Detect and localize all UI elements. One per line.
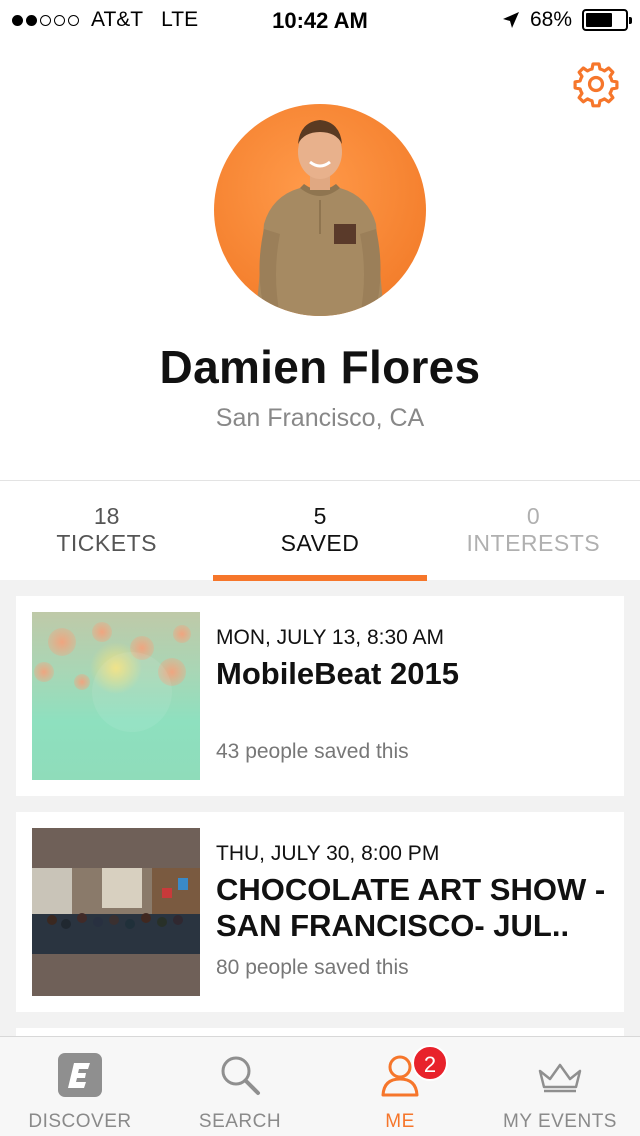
status-bar: AT&T LTE 10:42 AM 68% xyxy=(0,0,640,40)
tab-saved[interactable]: 5 SAVED xyxy=(213,481,427,581)
tab-label: SAVED xyxy=(280,530,360,556)
avatar[interactable] xyxy=(214,104,426,316)
profile-photo xyxy=(256,120,384,316)
tab-label: MY EVENTS xyxy=(503,1111,617,1132)
tab-label: ME xyxy=(385,1111,415,1132)
notification-badge: 2 xyxy=(412,1045,448,1081)
crown-icon xyxy=(538,1063,582,1093)
event-thumbnail xyxy=(32,828,200,996)
tab-label: DISCOVER xyxy=(28,1111,132,1132)
event-card[interactable]: THU, JULY 30, 8:00 PM CHOCOLATE ART SHOW… xyxy=(16,812,624,1012)
event-title: MobileBeat 2015 xyxy=(216,656,459,691)
tab-me[interactable]: 2 ME xyxy=(320,1037,480,1136)
tab-label: INTERESTS xyxy=(466,530,601,556)
event-saved-count: 80 people saved this xyxy=(216,956,409,979)
event-thumbnail xyxy=(32,612,200,780)
event-title: CHOCOLATE ART SHOW -SAN FRANCISCO- JUL.. xyxy=(216,872,606,943)
tab-count: 0 xyxy=(526,503,540,529)
bottom-tab-bar: DISCOVER SEARCH 2 ME MY EVENTS xyxy=(0,1036,640,1136)
tab-label: TICKETS xyxy=(56,530,157,556)
eventbrite-e-icon xyxy=(58,1053,102,1097)
event-date: MON, JULY 13, 8:30 AM xyxy=(216,626,444,649)
tab-tickets[interactable]: 18 TICKETS xyxy=(0,481,213,581)
search-icon xyxy=(221,1056,260,1095)
profile-name: Damien Flores xyxy=(159,341,481,393)
location-arrow-icon xyxy=(502,12,519,28)
event-saved-count: 43 people saved this xyxy=(216,740,409,763)
battery-icon xyxy=(582,9,632,31)
tab-count: 5 xyxy=(313,503,327,529)
profile-tabs: 18 TICKETS 5 SAVED 0 INTERESTS xyxy=(0,480,640,581)
profile-header: Damien Flores San Francisco, CA xyxy=(0,40,640,480)
tab-my-events[interactable]: MY EVENTS xyxy=(480,1037,640,1136)
gear-icon[interactable] xyxy=(572,60,620,108)
tab-discover[interactable]: DISCOVER xyxy=(0,1037,160,1136)
tab-interests[interactable]: 0 INTERESTS xyxy=(427,481,640,581)
tab-count: 18 xyxy=(93,503,120,529)
tab-search[interactable]: SEARCH xyxy=(160,1037,320,1136)
profile-location: San Francisco, CA xyxy=(215,404,425,432)
status-right: 68% xyxy=(502,8,632,32)
tab-label: SEARCH xyxy=(198,1111,282,1132)
event-card[interactable]: MON, JULY 13, 8:30 AM MobileBeat 2015 43… xyxy=(16,596,624,796)
event-date: THU, JULY 30, 8:00 PM xyxy=(216,842,440,865)
battery-percent: 68% xyxy=(529,8,572,31)
